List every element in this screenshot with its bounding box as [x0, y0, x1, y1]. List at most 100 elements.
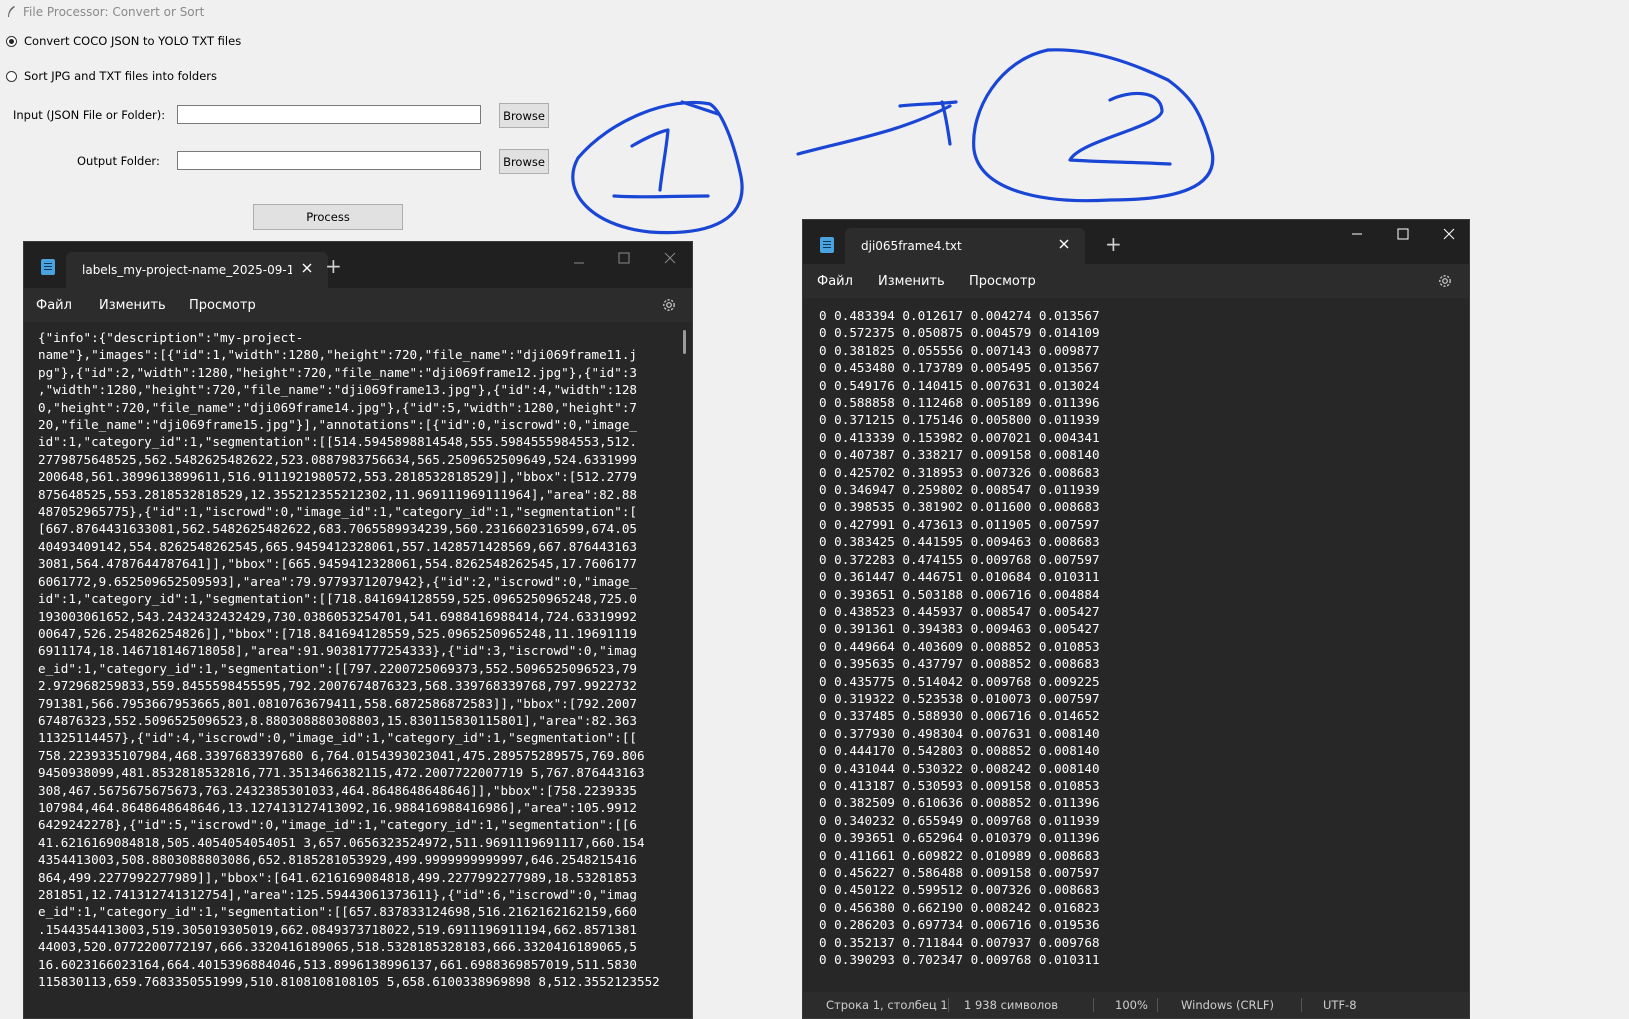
close-tab-icon[interactable]: [1057, 237, 1071, 251]
browse-input-button[interactable]: Browse: [499, 103, 549, 128]
browse-output-button[interactable]: Browse: [499, 149, 549, 174]
tab-title: labels_my-project-name_2025-09-1: [82, 263, 292, 277]
notepad_left-line: 4354413003,508.8803088803086,652.8185281…: [38, 852, 637, 868]
output-folder-field[interactable]: [177, 151, 481, 170]
notepad_left-line: id":1,"category_id":1,"segmentation":[[5…: [38, 434, 637, 450]
notepad_left-line: {"info":{"description":"my-project-: [38, 330, 304, 345]
maximize-icon[interactable]: [618, 252, 630, 264]
notepad_left-line: 674876323,552.5096525096523,8.8803088803…: [38, 712, 637, 728]
notepad_right-line: 0 0.381825 0.055556 0.007143 0.009877: [819, 342, 1100, 358]
notepad_left-line: 6911174,18.146718146718058],"area":91.90…: [38, 643, 637, 659]
notepad_left-line: 2.972968259833,559.8455598455595,792.200…: [38, 678, 637, 694]
notepad_right-line: 0 0.438523 0.445937 0.008547 0.005427: [819, 603, 1100, 619]
status-encoding[interactable]: UTF-8: [1323, 998, 1357, 1012]
notepad_right-line: 0 0.395635 0.437797 0.008852 0.008683: [819, 656, 1100, 672]
notepad_right-line: 0 0.346947 0.259802 0.008547 0.011939: [819, 482, 1100, 498]
notepad_right-line: 0 0.425702 0.318953 0.007326 0.008683: [819, 464, 1100, 480]
status-divider: [1301, 998, 1302, 1012]
notepad_right-line: 0 0.549176 0.140415 0.007631 0.013024: [819, 377, 1100, 393]
notepad_right-line: 0 0.340232 0.655949 0.009768 0.011939: [819, 812, 1100, 828]
radio-indicator[interactable]: [6, 70, 17, 82]
notepad_right-line: 0 0.407387 0.338217 0.009158 0.008140: [819, 447, 1100, 463]
radio-indicator-selected[interactable]: [6, 35, 17, 47]
menu-file[interactable]: Файл: [36, 298, 72, 313]
scrollbar-thumb[interactable]: [683, 330, 686, 354]
notepad_left-line: name"},"images":[{"id":1,"width":1280,"h…: [38, 347, 637, 363]
notepad_left-line: .1544354413003,519.305019305019,662.0849…: [38, 921, 637, 937]
notepad_right-line: 0 0.390293 0.702347 0.009768 0.010311: [819, 952, 1100, 968]
menu-file[interactable]: Файл: [817, 274, 853, 289]
notepad_left-line: 864,499.2277992277989]],"bbox":[641.6216…: [38, 869, 637, 885]
maximize-icon[interactable]: [1397, 228, 1409, 240]
tab-title: dji065frame4.txt: [861, 239, 962, 253]
status-divider: [1157, 998, 1158, 1012]
feather-icon: [8, 6, 15, 17]
notepad_right-line: 0 0.361447 0.446751 0.010684 0.010311: [819, 569, 1100, 585]
notepad_left-line: e_id":1,"category_id":1,"segmentation":[…: [38, 904, 637, 920]
notepad_right-line: 0 0.372283 0.474155 0.009768 0.007597: [819, 551, 1100, 567]
notepad_left-line: 6061772,9.652509652509593],"area":79.977…: [38, 573, 637, 589]
radio-sort[interactable]: Sort JPG and TXT files into folders: [6, 69, 217, 83]
notepad_right-line: 0 0.453480 0.173789 0.005495 0.013567: [819, 360, 1100, 376]
notepad_left-line: 9450938099,481.8532818532816,771.3513466…: [38, 765, 645, 781]
notepad_right-line: 0 0.398535 0.381902 0.011600 0.008683: [819, 499, 1100, 515]
new-tab-icon[interactable]: +: [325, 256, 342, 276]
notepad_right-line: 0 0.377930 0.498304 0.007631 0.008140: [819, 725, 1100, 741]
status-zoom[interactable]: 100%: [1115, 998, 1148, 1012]
process-button[interactable]: Process: [253, 204, 403, 230]
text-editor-area[interactable]: {"info":{"description":"my-project-name"…: [24, 322, 692, 1018]
notepad_left-line: 00647,526.254826254826]],"bbox":[718.841…: [38, 625, 637, 641]
new-tab-icon[interactable]: +: [1105, 234, 1122, 254]
tab-json-file[interactable]: labels_my-project-name_2025-09-1: [66, 252, 328, 288]
minimize-icon[interactable]: [573, 257, 585, 269]
close-window-icon[interactable]: [664, 252, 676, 264]
close-window-icon[interactable]: [1443, 228, 1455, 240]
input-path-field[interactable]: [177, 105, 481, 124]
menu-view[interactable]: Просмотр: [189, 298, 256, 313]
minimize-icon[interactable]: [1351, 228, 1363, 240]
input-label: Input (JSON File or Folder):: [13, 108, 166, 122]
close-tab-icon[interactable]: [300, 261, 314, 275]
notepad_right-line: 0 0.572375 0.050875 0.004579 0.014109: [819, 325, 1100, 341]
notepad_left-line: 41.6216169084818,505.4054054054051 3,657…: [38, 834, 645, 850]
notepad_right-line: 0 0.371215 0.175146 0.005800 0.011939: [819, 412, 1100, 428]
notepad_left-line: 193003061652,543.2432432432429,730.03860…: [38, 608, 637, 624]
notepad_left-line: 44003,520.0772200772197,666.332041618906…: [38, 939, 637, 955]
settings-gear-icon[interactable]: [661, 297, 677, 313]
status-line-endings[interactable]: Windows (CRLF): [1181, 998, 1274, 1012]
notepad_right-line: 0 0.383425 0.441595 0.009463 0.008683: [819, 534, 1100, 550]
notepad_right-line: 0 0.393651 0.503188 0.006716 0.004884: [819, 586, 1100, 602]
notepad_right-line: 0 0.427991 0.473613 0.011905 0.007597: [819, 516, 1100, 532]
app-title-bar: File Processor: Convert or Sort: [0, 0, 1629, 24]
circle-1-stroke: [571, 100, 744, 235]
status-char-count: 1 938 символов: [964, 998, 1059, 1012]
notepad_left-line: 6429242278},{"id":5,"iscrowd":0,"image_i…: [38, 817, 637, 833]
notepad_left-line: 281851,12.741312741312754],"area":125.59…: [38, 887, 637, 902]
radio-sort-label: Sort JPG and TXT files into folders: [24, 69, 218, 83]
notepad-app-icon: [820, 237, 834, 253]
notepad-app-icon: [41, 259, 55, 275]
notepad_right-line: 0 0.319322 0.523538 0.010073 0.007597: [819, 690, 1100, 706]
notepad_right-line: 0 0.352137 0.711844 0.007937 0.009768: [819, 934, 1100, 950]
digit-2-stroke: [1068, 91, 1172, 166]
status-divider: [948, 998, 949, 1012]
output-label: Output Folder:: [77, 154, 160, 168]
menu-edit[interactable]: Изменить: [99, 298, 166, 313]
settings-gear-icon[interactable]: [1437, 273, 1453, 289]
notepad_left-line: ,"width":1280,"height":720,"file_name":"…: [38, 382, 637, 398]
tab-txt-file[interactable]: dji065frame4.txt: [845, 228, 1085, 264]
notepad_left-line: 2779875648525,562.5482625482622,523.0887…: [38, 451, 637, 467]
notepad_right-line: 0 0.588858 0.112468 0.005189 0.011396: [819, 395, 1100, 411]
notepad_left-line: e_id":1,"category_id":1,"segmentation":[…: [38, 660, 637, 676]
menu-view[interactable]: Просмотр: [969, 274, 1036, 289]
radio-convert[interactable]: Convert COCO JSON to YOLO TXT files: [6, 34, 241, 48]
notepad_left-line: 40493409142,554.8262548262545,665.945941…: [38, 538, 637, 554]
text-editor-area[interactable]: 0 0.483394 0.012617 0.004274 0.013567 0 0…: [803, 298, 1469, 992]
notepad_right-line: 0 0.431044 0.530322 0.008242 0.008140: [819, 760, 1100, 776]
notepad_left-line: 20,"file_name":"dji069frame15.jpg"}],"an…: [38, 417, 637, 433]
circle-2-stroke: [972, 48, 1215, 203]
menu-edit[interactable]: Изменить: [878, 274, 945, 289]
notepad_right-line: 0 0.337485 0.588930 0.006716 0.014652: [819, 708, 1100, 724]
notepad_right-line: 0 0.483394 0.012617 0.004274 0.013567: [819, 308, 1100, 323]
notepad_left-line: 200648,561.3899613899611,516.91119219805…: [38, 469, 637, 485]
